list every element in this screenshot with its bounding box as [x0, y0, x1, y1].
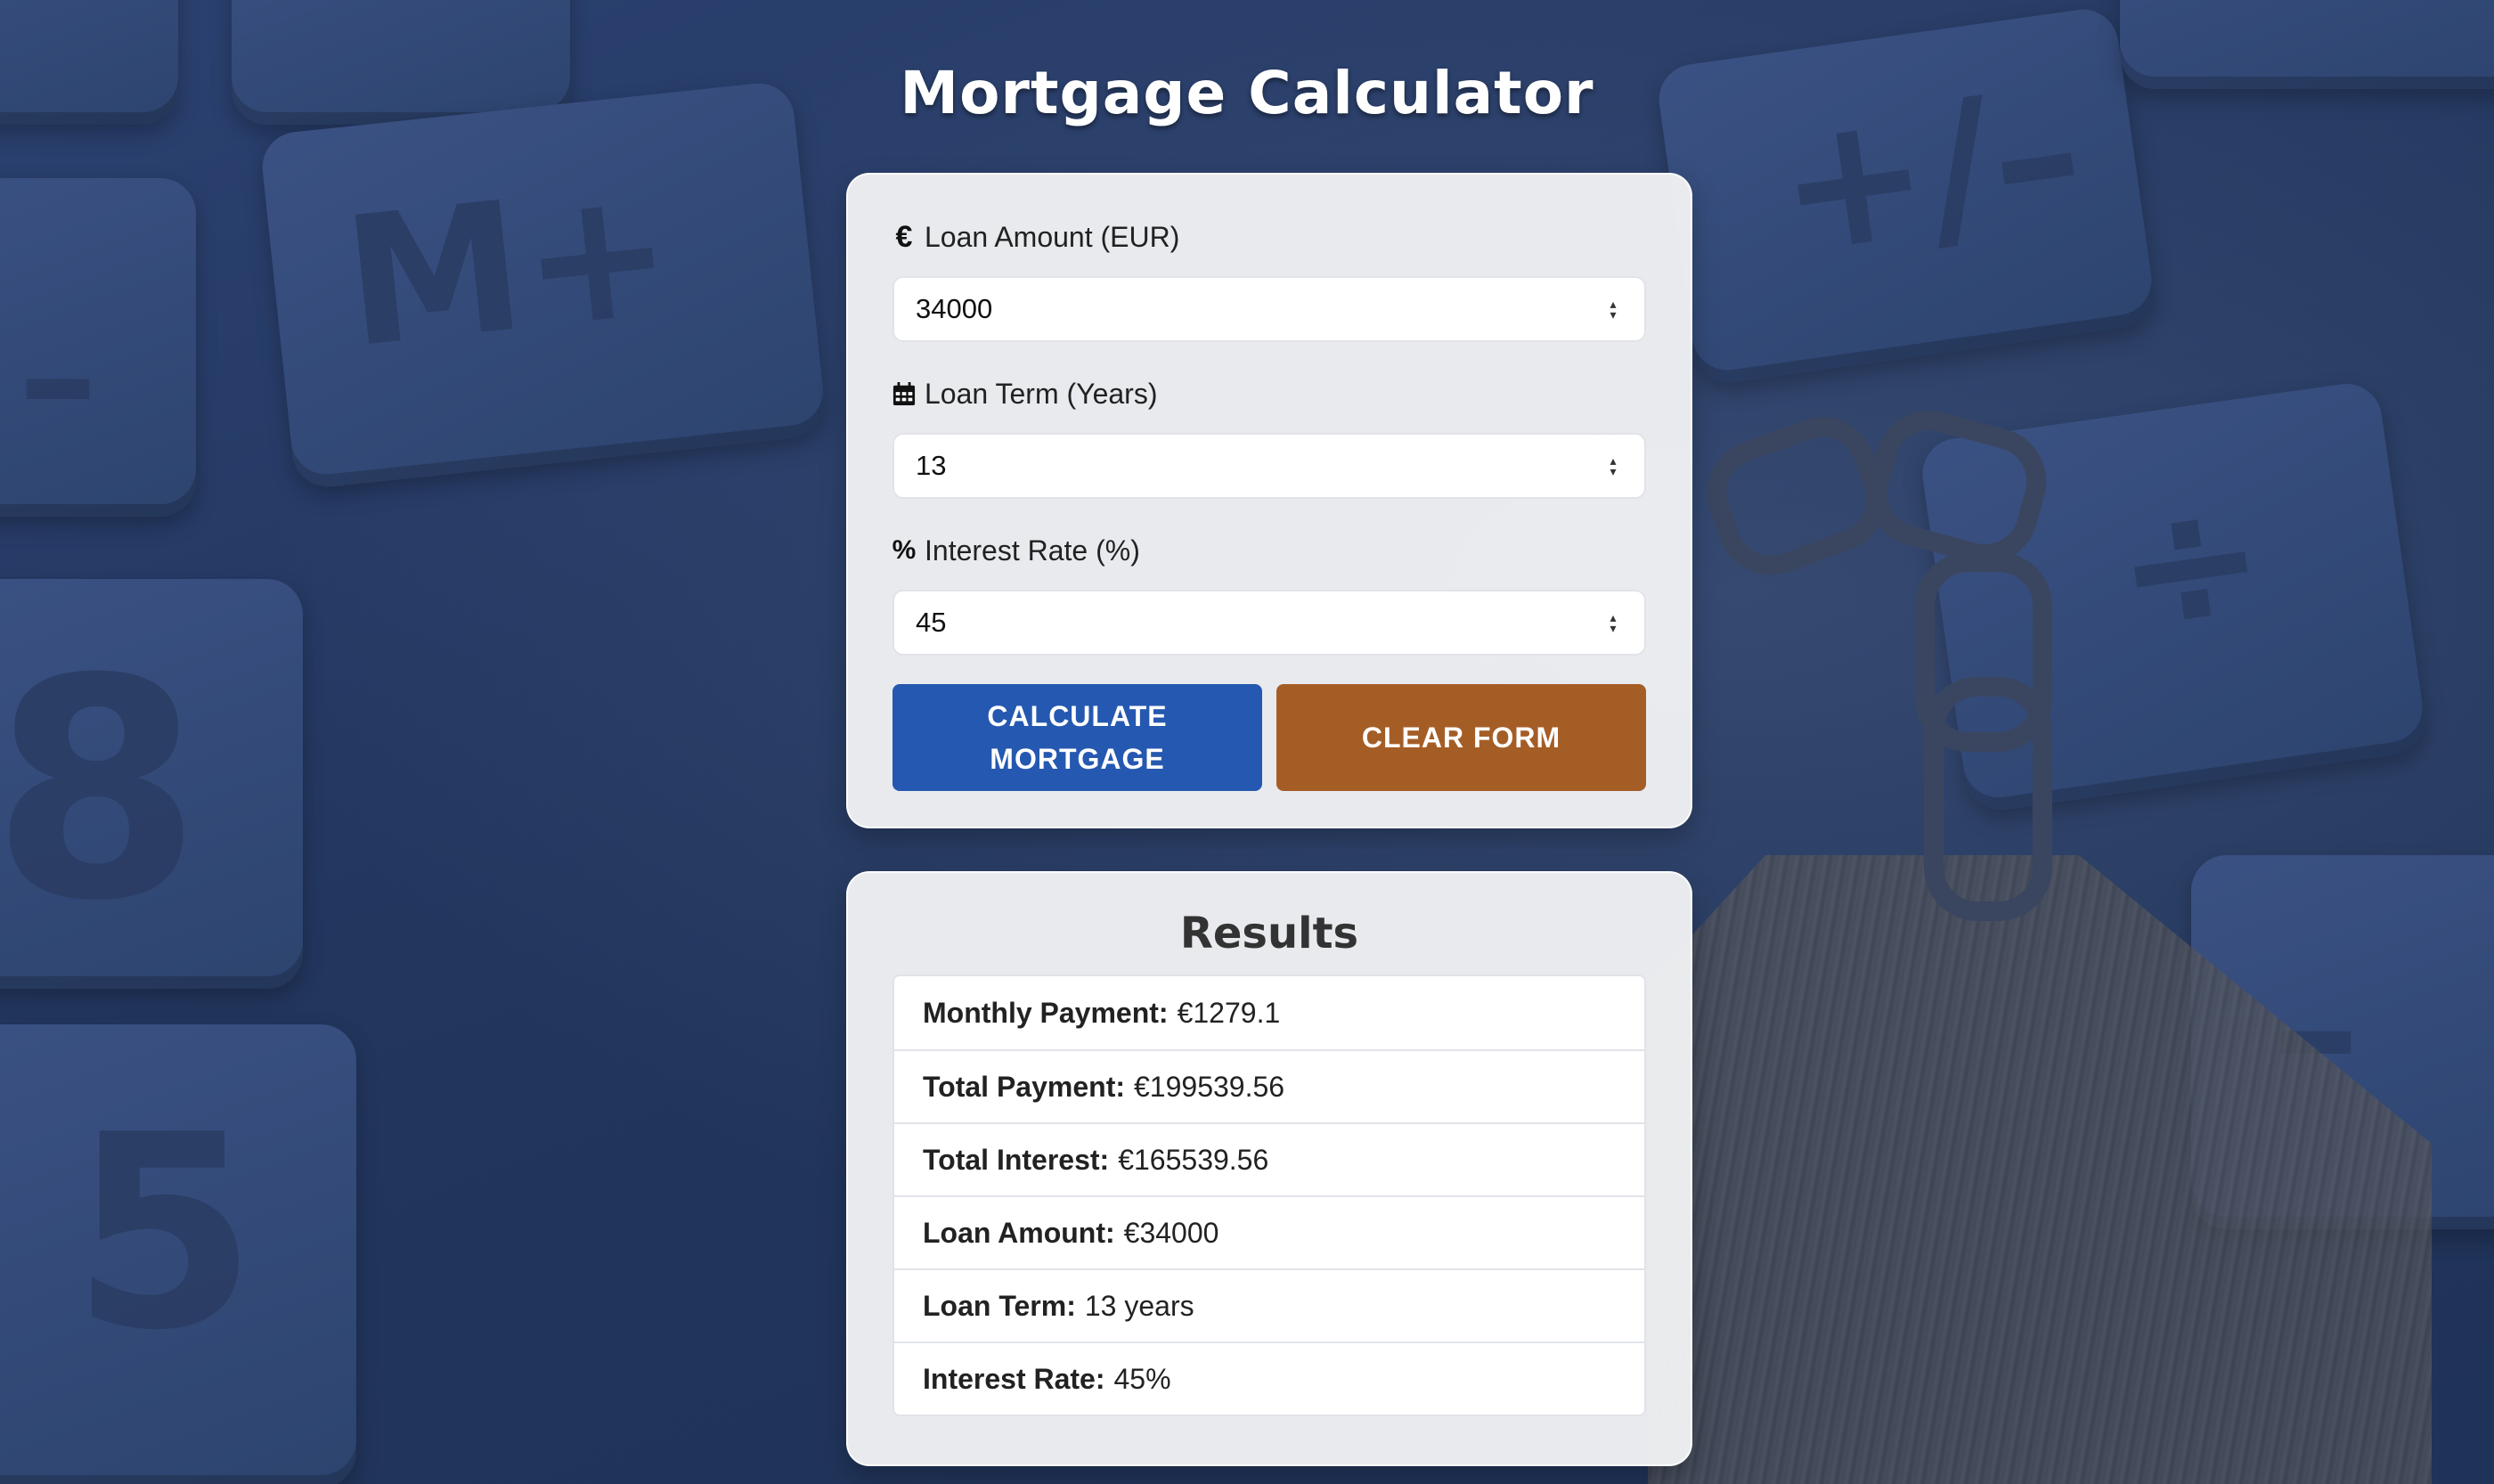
chevron-down-icon[interactable]: ▾	[1610, 622, 1616, 634]
loan-term-input[interactable]	[894, 435, 1644, 497]
results-title: Results	[1179, 909, 1359, 958]
calendar-icon	[892, 380, 916, 407]
result-label: Loan Term:	[923, 1289, 1076, 1322]
mortgage-form: € Loan Amount (EUR) ▴▾ Loan Term (Years)…	[846, 173, 1692, 828]
divide-glyph: ÷	[2101, 451, 2279, 678]
result-total-interest: Total Interest: €165539.56	[894, 1122, 1644, 1195]
interest-rate-label-text: Interest Rate (%)	[925, 534, 1140, 567]
result-value: 45%	[1113, 1362, 1171, 1395]
calculator-key: 5	[0, 1024, 356, 1484]
number-stepper[interactable]: ▴ ▾	[1605, 609, 1621, 636]
form-actions: CALCULATE MORTGAGE CLEAR FORM	[892, 684, 1646, 791]
clear-form-button[interactable]: CLEAR FORM	[1276, 684, 1646, 791]
loan-term-label-text: Loan Term (Years)	[925, 377, 1158, 410]
result-loan-amount: Loan Amount: €34000	[894, 1195, 1644, 1268]
chevron-down-icon[interactable]: ▾	[1610, 308, 1616, 321]
result-value: €34000	[1123, 1216, 1219, 1249]
chain-link	[1924, 677, 2052, 921]
results-panel: Results Monthly Payment: €1279.1 Total P…	[846, 871, 1692, 1466]
loan-amount-field-wrap: ▴▾	[892, 276, 1646, 342]
interest-rate-input[interactable]	[894, 591, 1644, 654]
result-label: Total Interest:	[923, 1143, 1110, 1176]
result-monthly-payment: Monthly Payment: €1279.1	[894, 976, 1644, 1049]
results-list: Monthly Payment: €1279.1 Total Payment: …	[892, 974, 1646, 1416]
calculator-key: 8	[0, 579, 303, 989]
result-label: Loan Amount:	[923, 1216, 1115, 1249]
number-stepper[interactable]: ▴ ▾	[1605, 296, 1621, 322]
result-interest-rate: Interest Rate: 45%	[894, 1341, 1644, 1415]
loan-term-field-wrap: ▴▾	[892, 433, 1646, 499]
interest-rate-field-wrap: ▴▾	[892, 590, 1646, 656]
loan-term-label: Loan Term (Years)	[892, 376, 1646, 412]
minus-glyph: –	[18, 285, 98, 471]
calculator-key: –	[0, 178, 196, 517]
loan-amount-label-text: Loan Amount (EUR)	[925, 220, 1180, 253]
five-glyph: 5	[71, 1078, 257, 1389]
result-value: €165539.56	[1118, 1143, 1269, 1176]
number-stepper[interactable]: ▴ ▾	[1605, 453, 1621, 479]
chevron-down-icon[interactable]: ▾	[1610, 465, 1616, 477]
result-value: €199539.56	[1134, 1070, 1285, 1103]
result-total-payment: Total Payment: €199539.56	[894, 1049, 1644, 1122]
result-loan-term: Loan Term: 13 years	[894, 1268, 1644, 1341]
result-value: €1279.1	[1177, 996, 1281, 1029]
result-label: Interest Rate:	[923, 1362, 1105, 1395]
m-plus-glyph: M+	[335, 147, 682, 388]
calculate-mortgage-button[interactable]: CALCULATE MORTGAGE	[892, 684, 1262, 791]
loan-amount-label: € Loan Amount (EUR)	[892, 219, 1646, 255]
result-label: Monthly Payment:	[923, 996, 1169, 1029]
calculator-key: M+	[258, 79, 828, 491]
result-value: 13 years	[1084, 1289, 1194, 1322]
loan-amount-input[interactable]	[894, 278, 1644, 340]
eight-glyph: 8	[0, 615, 202, 967]
result-label: Total Payment:	[923, 1070, 1125, 1103]
page-title: Mortgage Calculator	[900, 59, 1594, 127]
euro-icon: €	[895, 219, 913, 254]
percent-icon: %	[892, 535, 917, 565]
interest-rate-label: % Interest Rate (%)	[892, 533, 1646, 568]
